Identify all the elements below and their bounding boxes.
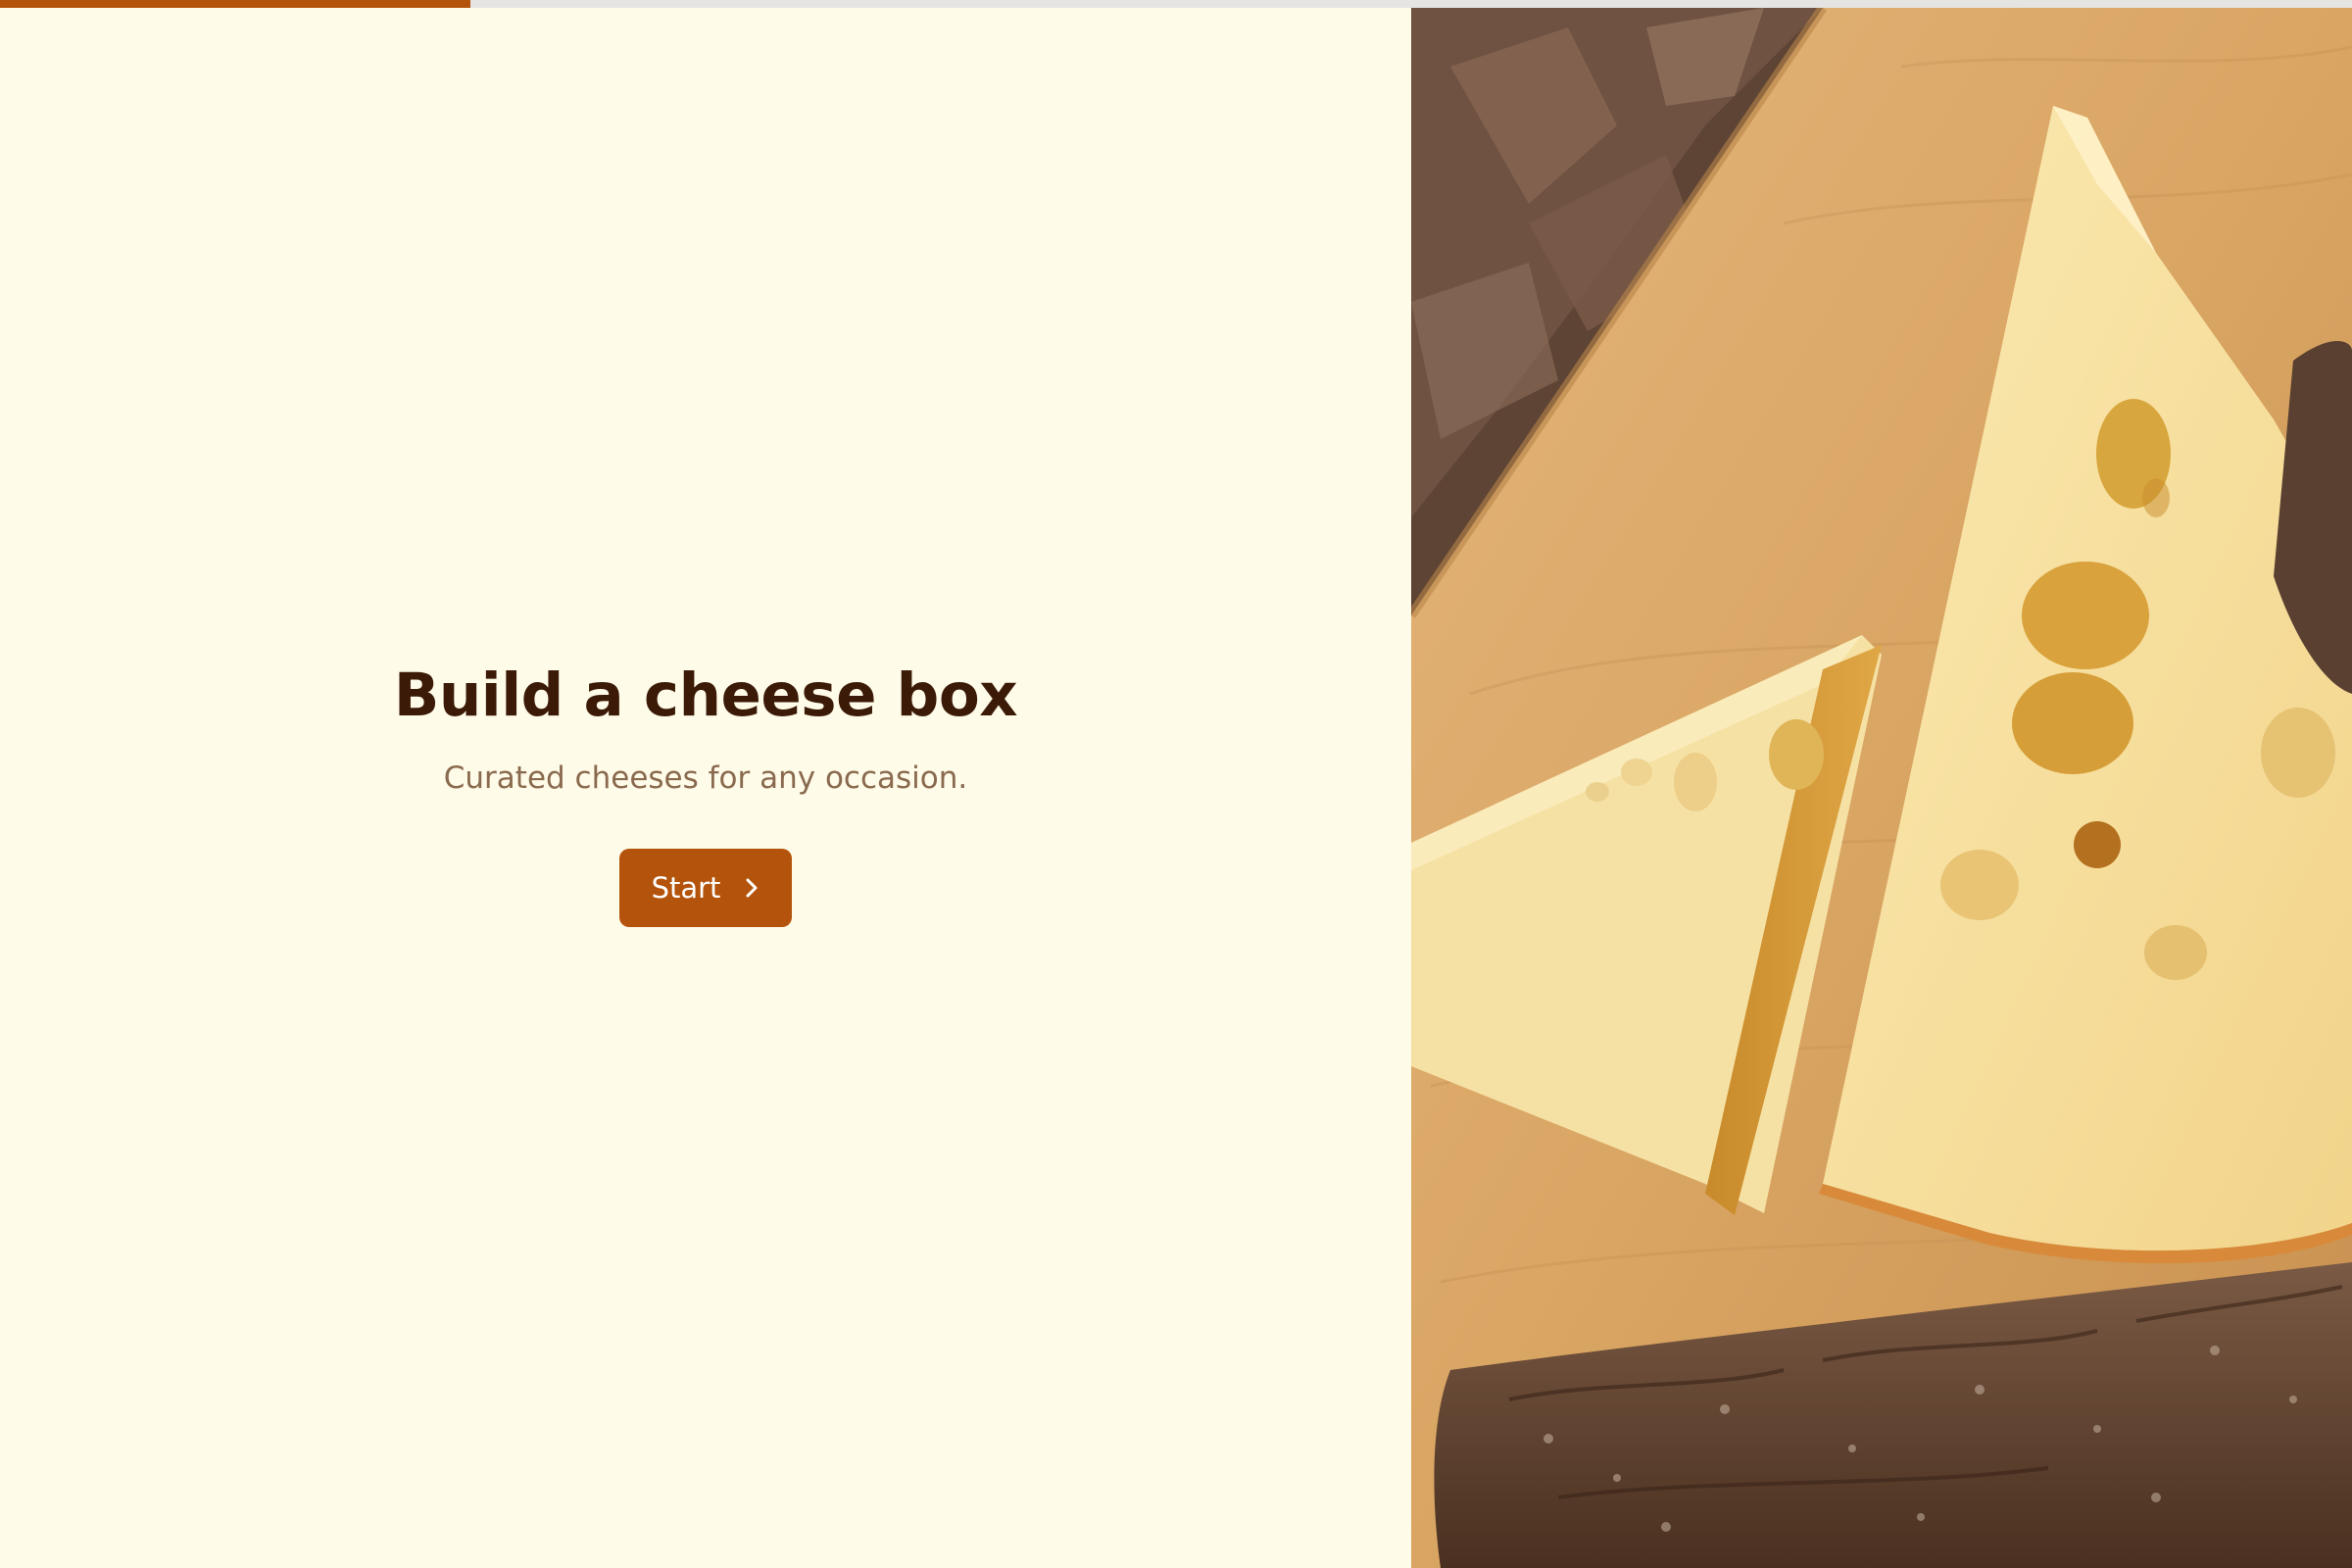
hero-content: Build a cheese box Curated cheeses for a… <box>0 655 1411 927</box>
chevron-right-icon <box>744 876 760 900</box>
hero-panel: Build a cheese box Curated cheeses for a… <box>0 8 1411 1568</box>
hero-image <box>1411 8 2352 1568</box>
page-title: Build a cheese box <box>393 661 1018 730</box>
progress-bar-fill <box>0 0 470 8</box>
start-button-label: Start <box>651 871 721 905</box>
progress-bar <box>0 0 2352 8</box>
page-subtitle: Curated cheeses for any occasion. <box>443 760 968 796</box>
start-button[interactable]: Start <box>619 849 792 927</box>
